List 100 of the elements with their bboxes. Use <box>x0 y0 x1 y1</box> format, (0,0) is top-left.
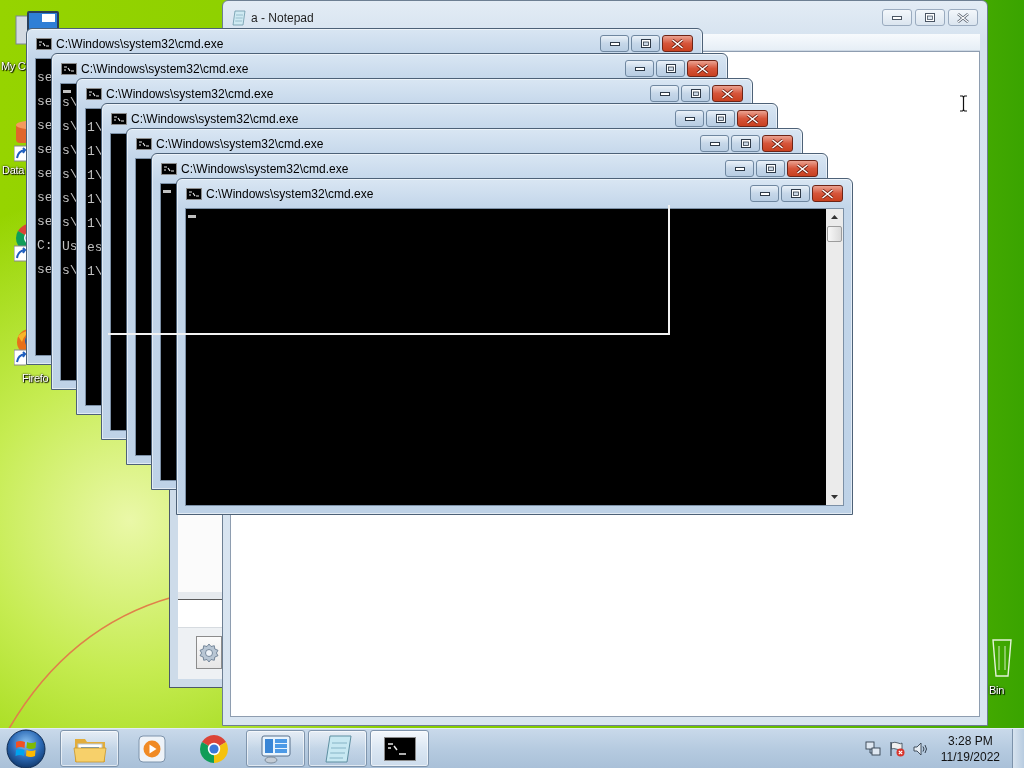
speaker-icon[interactable] <box>912 740 929 757</box>
minimize-button[interactable] <box>625 60 654 77</box>
maximize-icon <box>765 164 776 173</box>
close-icon <box>771 138 784 149</box>
close-button[interactable] <box>762 135 793 152</box>
scrollbar-thumb[interactable] <box>827 226 842 242</box>
console-line: C: <box>36 240 53 252</box>
maximize-icon <box>665 64 676 73</box>
minimize-icon <box>892 15 902 20</box>
minimize-button[interactable] <box>600 35 629 52</box>
close-icon <box>821 188 834 199</box>
window-title: C:\Windows\system32\cmd.exe <box>56 36 224 51</box>
maximize-icon <box>925 13 935 22</box>
maximize-icon <box>640 39 651 48</box>
notepad-icon <box>322 733 353 764</box>
close-button[interactable] <box>712 85 743 102</box>
icon-label[interactable]: My C <box>1 60 26 73</box>
chrome-logo-icon <box>197 732 230 765</box>
play-icon <box>137 734 166 763</box>
console-line: se <box>36 120 53 132</box>
minimize-button[interactable] <box>675 110 704 127</box>
console-icon <box>86 87 102 100</box>
minimize-icon <box>634 66 645 71</box>
console-icon <box>383 736 416 761</box>
console-line: 1\ <box>86 146 103 158</box>
close-icon <box>796 163 809 174</box>
minimize-button[interactable] <box>650 85 679 102</box>
minimize-button[interactable] <box>750 185 779 202</box>
minimize-icon <box>734 166 745 171</box>
maximize-button[interactable] <box>656 60 685 77</box>
close-button[interactable] <box>812 185 843 202</box>
maximize-button[interactable] <box>731 135 760 152</box>
maximize-button[interactable] <box>681 85 710 102</box>
window-title: a - Notepad <box>251 10 314 25</box>
clock-button[interactable]: 3:28 PM 11/19/2022 <box>936 732 1006 765</box>
console-line: 1\ <box>86 194 103 206</box>
window-title: C:\Windows\system32\cmd.exe <box>106 86 274 101</box>
minimize-icon <box>659 91 670 96</box>
notepad-icon <box>232 9 246 26</box>
console-line: Us <box>61 241 78 253</box>
console-line: s\ <box>61 217 78 229</box>
console-line: 1\ <box>86 266 103 278</box>
taskbar-button[interactable] <box>370 730 429 767</box>
monitor-panels-icon <box>259 733 292 764</box>
window-title: C:\Windows\system32\cmd.exe <box>181 161 349 176</box>
close-icon <box>957 12 969 23</box>
maximize-button[interactable] <box>706 110 735 127</box>
network-icon[interactable] <box>864 740 881 757</box>
console-line: es <box>86 242 103 254</box>
console-line: se <box>36 216 53 228</box>
console-line: se <box>36 144 53 156</box>
maximize-button[interactable] <box>781 185 810 202</box>
icon-label[interactable]: Bin <box>989 684 1004 697</box>
minimize-button[interactable] <box>700 135 729 152</box>
icon-label[interactable]: Firefo <box>22 372 49 385</box>
maximize-icon <box>715 114 726 123</box>
minimize-icon <box>684 116 695 121</box>
maximize-button[interactable] <box>915 9 945 26</box>
console-line: s\ <box>61 97 78 109</box>
console-line: s\ <box>61 265 78 277</box>
console-icon <box>186 187 202 200</box>
maximize-button[interactable] <box>756 160 785 177</box>
console-line: se <box>36 96 53 108</box>
console-line: se <box>36 168 53 180</box>
ibeam-cursor-icon <box>959 95 968 112</box>
console-line: s\ <box>61 193 78 205</box>
flag-error-icon[interactable] <box>888 740 905 757</box>
console-line: se <box>36 72 53 84</box>
console-line: s\ <box>61 169 78 181</box>
minimize-button[interactable] <box>882 9 912 26</box>
console-icon <box>161 162 177 175</box>
vertical-scrollbar[interactable] <box>826 209 843 505</box>
window-title: C:\Windows\system32\cmd.exe <box>131 111 299 126</box>
close-icon <box>746 113 759 124</box>
settings-button[interactable] <box>196 636 222 669</box>
icon-label[interactable]: Data <box>2 164 25 177</box>
window-title: C:\Windows\system32\cmd.exe <box>206 186 374 201</box>
close-button[interactable] <box>787 160 818 177</box>
console-icon <box>136 137 152 150</box>
minimize-icon <box>709 141 720 146</box>
maximize-icon <box>690 89 701 98</box>
console-panel[interactable] <box>185 208 844 506</box>
close-button[interactable] <box>687 60 718 77</box>
window-title: C:\Windows\system32\cmd.exe <box>81 61 249 76</box>
console-line: 1\ <box>86 122 103 134</box>
console-line: 1\ <box>86 170 103 182</box>
console-icon <box>36 37 52 50</box>
console-line: se <box>36 264 53 276</box>
maximize-button[interactable] <box>631 35 660 52</box>
close-icon <box>721 88 734 99</box>
start-orb-icon <box>6 728 46 768</box>
minimize-icon <box>759 191 770 196</box>
window-title: C:\Windows\system32\cmd.exe <box>156 136 324 151</box>
minimize-button[interactable] <box>725 160 754 177</box>
close-button[interactable] <box>662 35 693 52</box>
close-button[interactable] <box>737 110 768 127</box>
show-desktop-button[interactable] <box>1012 728 1024 768</box>
console-line: se <box>36 192 53 204</box>
console-icon <box>111 112 127 125</box>
gear-icon <box>199 642 219 663</box>
